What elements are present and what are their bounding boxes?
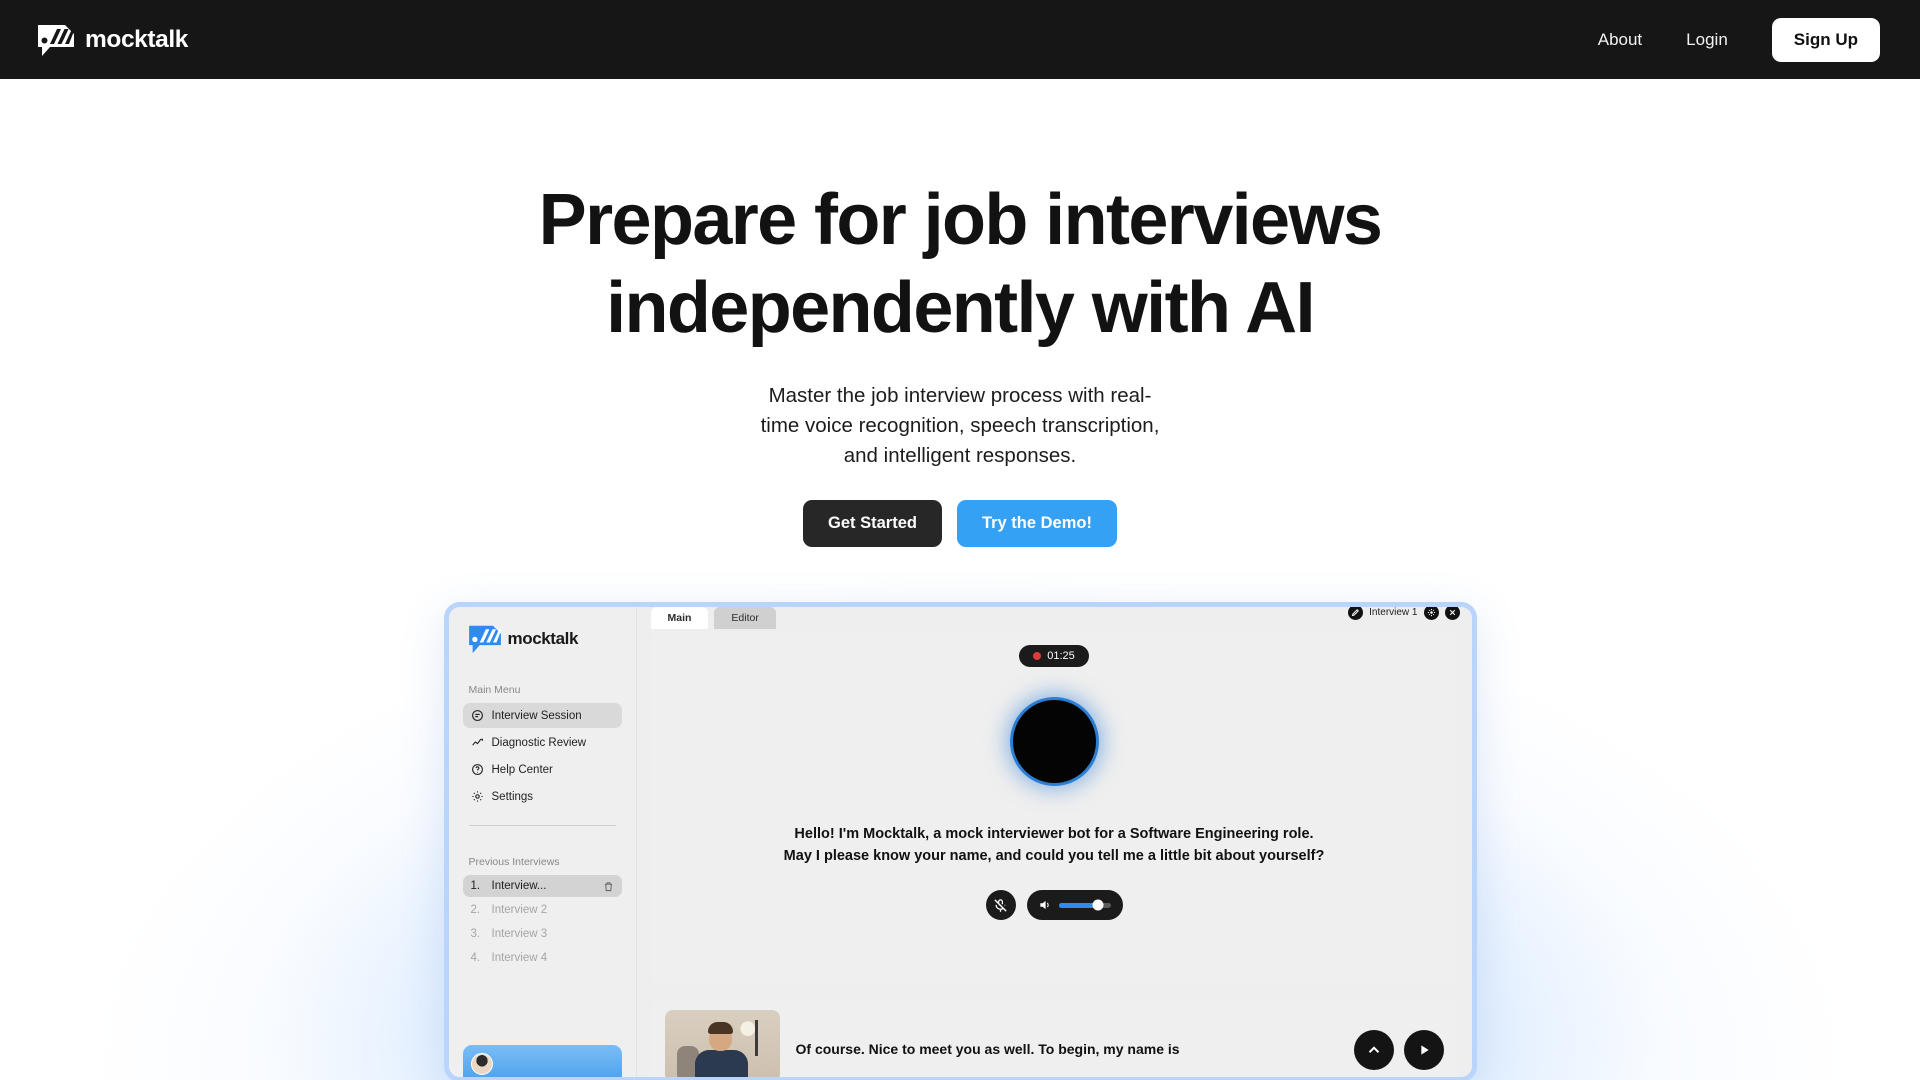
mockup-main-menu: Interview Session Diagnostic Review Help… xyxy=(462,703,622,811)
sidebar-item-label: Diagnostic Review xyxy=(491,736,587,749)
timer-value: 01:25 xyxy=(1047,650,1075,662)
chat-bubble-icon xyxy=(471,710,483,721)
nav-link-login[interactable]: Login xyxy=(1664,20,1750,60)
mockup-tabs: Main Editor xyxy=(650,607,776,629)
hero-title-line2: independently with AI xyxy=(606,268,1315,348)
user-message-actions xyxy=(1353,1010,1444,1070)
sidebar-item-label: Settings xyxy=(491,790,534,803)
media-controls xyxy=(985,890,1123,920)
avatar xyxy=(470,1053,493,1075)
mockup-main-panel: Main Editor Interview 1 01:25 Hello! I'm… xyxy=(636,607,1472,1077)
list-item-number: 3. xyxy=(470,928,481,940)
list-item-number: 1. xyxy=(470,880,481,892)
top-navbar: mocktalk About Login Sign Up xyxy=(0,0,1920,79)
previous-interviews-list: 1. Interview... 2. Interview 2 3. Interv… xyxy=(462,875,622,971)
ai-avatar-orb xyxy=(1012,700,1096,783)
microphone-muted-icon xyxy=(994,898,1007,912)
main-menu-label: Main Menu xyxy=(468,684,521,696)
sidebar-item-label: Help Center xyxy=(491,763,553,776)
list-item-label: Interview 3 xyxy=(491,928,548,940)
sidebar-divider xyxy=(468,825,616,826)
bot-message-line2: May I please know your name, and could y… xyxy=(783,848,1325,864)
lamp-shape xyxy=(754,1020,758,1056)
pencil-icon xyxy=(1351,608,1360,617)
volume-slider-control[interactable] xyxy=(1026,890,1123,920)
user-video-thumbnail[interactable] xyxy=(664,1010,780,1077)
sidebar-profile-card[interactable] xyxy=(462,1045,622,1077)
get-started-button[interactable]: Get Started xyxy=(803,500,942,547)
hero-cta-group: Get Started Try the Demo! xyxy=(0,500,1920,547)
list-item[interactable]: 1. Interview... xyxy=(462,875,622,897)
bot-message-line1: Hello! I'm Mocktalk, a mock interviewer … xyxy=(794,826,1314,842)
interview-stage: 01:25 Hello! I'm Mocktalk, a mock interv… xyxy=(650,631,1458,986)
brand-name: mocktalk xyxy=(85,25,189,53)
hero-subtitle: Master the job interview process with re… xyxy=(760,384,1160,467)
close-x-icon xyxy=(1449,609,1455,616)
volume-slider-track[interactable] xyxy=(1058,899,1111,911)
list-item-label: Interview 2 xyxy=(491,904,548,916)
speaker-icon xyxy=(1039,900,1049,910)
app-mockup-wrapper: mocktalk Main Menu Interview Session Dia… xyxy=(443,602,1477,1080)
signup-button[interactable]: Sign Up xyxy=(1771,17,1880,62)
mockup-brand-name: mocktalk xyxy=(507,629,579,648)
trash-icon[interactable] xyxy=(603,881,614,892)
interview-name-label: Interview 1 xyxy=(1369,607,1418,618)
list-item-label: Interview 4 xyxy=(491,952,548,964)
previous-interviews-label: Previous Interviews xyxy=(468,856,560,868)
mocktalk-logo-icon xyxy=(468,625,501,654)
list-item-number: 2. xyxy=(470,904,481,916)
try-demo-button[interactable]: Try the Demo! xyxy=(956,500,1117,547)
sidebar-item-interview-session[interactable]: Interview Session xyxy=(462,703,622,728)
nav-links: About Login Sign Up xyxy=(1576,17,1880,62)
chevron-up-icon xyxy=(1368,1046,1379,1053)
sidebar-item-label: Interview Session xyxy=(491,709,582,722)
app-mockup: mocktalk Main Menu Interview Session Dia… xyxy=(443,602,1477,1080)
mockup-topbar-actions: Interview 1 xyxy=(1348,607,1460,620)
recording-timer: 01:25 xyxy=(1019,645,1089,667)
record-dot-icon xyxy=(1033,652,1042,660)
microphone-toggle-button[interactable] xyxy=(985,890,1016,920)
hero-title-line1: Prepare for job interviews xyxy=(538,180,1383,260)
list-item[interactable]: 3. Interview 3 xyxy=(463,923,622,945)
hero-section: Prepare for job interviews independently… xyxy=(0,79,1920,547)
mocktalk-logo-icon xyxy=(38,24,74,56)
landing-page: mocktalk About Login Sign Up Prepare for… xyxy=(0,0,1920,1080)
page-title: Prepare for job interviews independently… xyxy=(500,176,1420,352)
user-message-row: Of course. Nice to meet you as well. To … xyxy=(650,999,1458,1077)
list-item[interactable]: 2. Interview 2 xyxy=(463,899,622,921)
collapse-button[interactable] xyxy=(1353,1030,1394,1070)
bot-message: Hello! I'm Mocktalk, a mock interviewer … xyxy=(784,823,1325,867)
question-circle-icon xyxy=(471,764,483,775)
list-item-number: 4. xyxy=(470,952,481,964)
volume-slider-knob[interactable] xyxy=(1092,899,1104,911)
person-body-shape xyxy=(694,1050,748,1077)
play-icon xyxy=(1420,1045,1429,1055)
mockup-brand[interactable]: mocktalk xyxy=(463,624,622,654)
gear-icon xyxy=(471,791,483,802)
sidebar-item-diagnostic-review[interactable]: Diagnostic Review xyxy=(463,730,622,755)
sidebar-item-help-center[interactable]: Help Center xyxy=(463,757,622,782)
sidebar-item-settings[interactable]: Settings xyxy=(463,784,622,809)
brand-logo[interactable]: mocktalk xyxy=(38,23,188,57)
trending-up-icon xyxy=(471,738,483,746)
list-item[interactable]: 4. Interview 4 xyxy=(463,947,622,969)
list-item-label: Interview... xyxy=(491,880,547,892)
play-button[interactable] xyxy=(1403,1030,1444,1070)
nav-link-about[interactable]: About xyxy=(1576,20,1664,60)
tab-editor[interactable]: Editor xyxy=(714,607,776,629)
tab-main[interactable]: Main xyxy=(650,607,709,629)
gear-icon xyxy=(1427,608,1435,617)
mockup-sidebar: mocktalk Main Menu Interview Session Dia… xyxy=(448,607,637,1077)
interview-settings-button[interactable] xyxy=(1423,607,1439,620)
mockup-topbar: Main Editor Interview 1 xyxy=(637,607,1472,629)
user-message-text: Of course. Nice to meet you as well. To … xyxy=(795,1041,1180,1057)
edit-interview-button[interactable] xyxy=(1348,607,1364,620)
person-hair-shape xyxy=(707,1022,733,1034)
close-interview-button[interactable] xyxy=(1444,607,1460,620)
